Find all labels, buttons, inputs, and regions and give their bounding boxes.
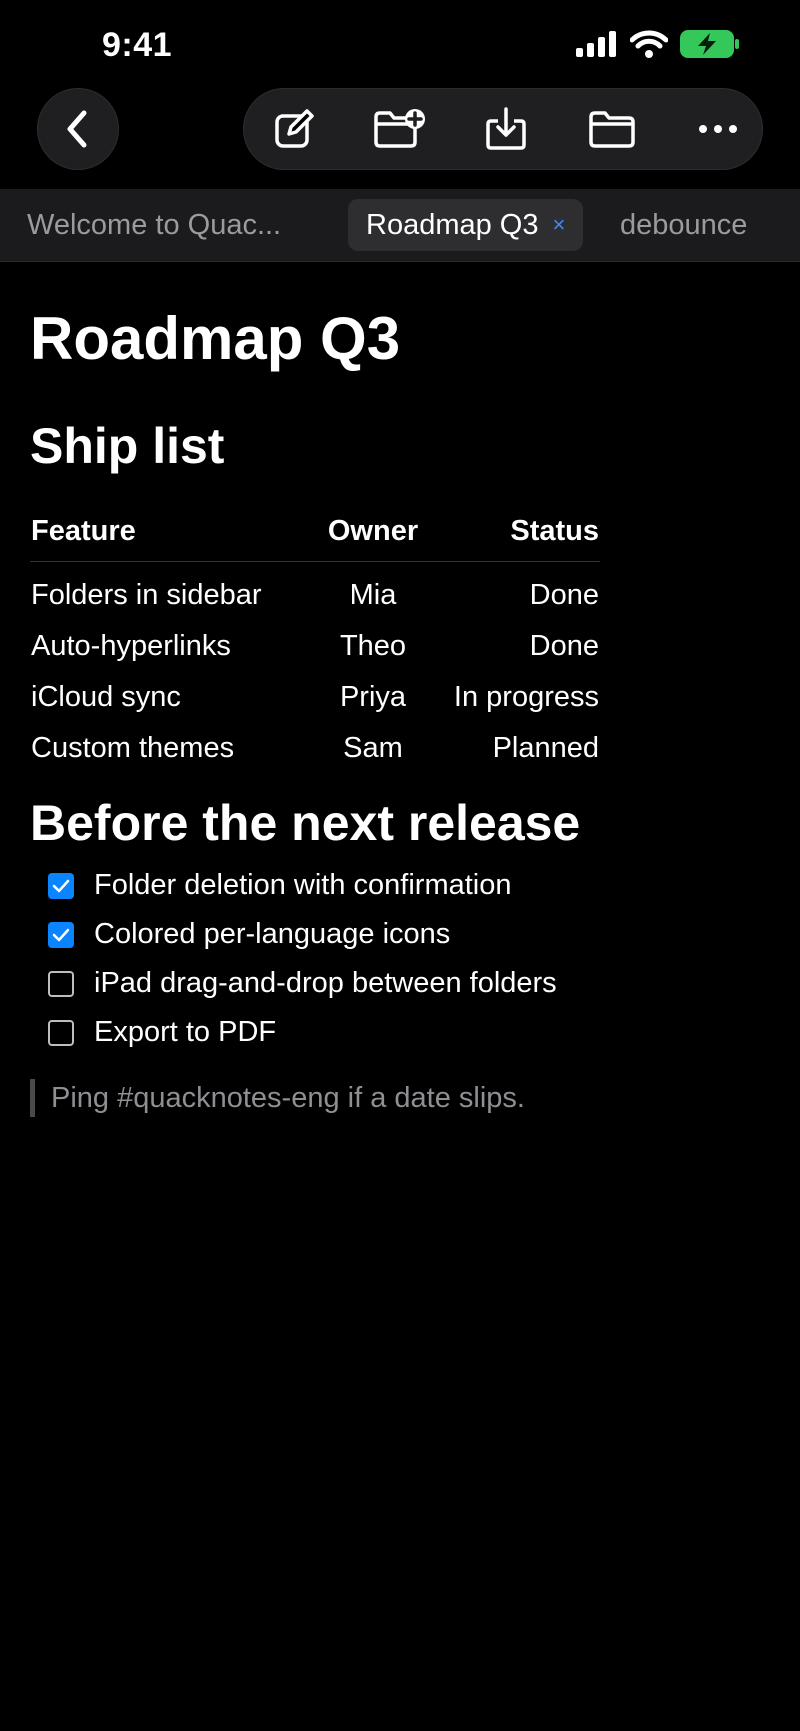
import-button[interactable] [471,88,541,170]
document-title: Roadmap Q3 [30,305,401,372]
download-tray-icon [486,107,526,150]
cell-feature: iCloud sync [31,681,181,713]
tab-label: Welcome to Quac... [27,208,282,241]
task-list: Folder deletion with confirmation Colore… [48,861,557,1057]
cell-owner: Priya [339,681,407,713]
column-header-owner: Owner [312,501,434,562]
ship-list-table: Feature Owner Status Folders in sidebar … [30,501,600,774]
task-label: Export to PDF [94,1016,277,1048]
chevron-left-icon [67,110,87,148]
cell-status: Planned [492,732,599,764]
checkmark-icon [52,879,70,892]
task-item: Folder deletion with confirmation [48,861,557,910]
checkbox-checked[interactable] [48,872,74,899]
column-header-status: Status [434,501,600,562]
new-note-button[interactable] [259,88,329,170]
table-row: Custom themes Sam Planned [30,723,600,774]
task-item: iPad drag-and-drop between folders [48,959,557,1008]
status-time: 9:41 [102,26,173,64]
folder-plus-icon [374,109,425,148]
task-item: Export to PDF [48,1008,557,1057]
tab-label: debounce [620,208,748,241]
tab-close-button[interactable]: × [553,212,566,238]
cell-feature: Folders in sidebar [31,579,262,611]
table-header-row: Feature Owner Status [30,501,600,562]
checkbox-unchecked[interactable] [48,1019,74,1046]
more-button[interactable] [683,88,753,170]
ellipsis-icon [699,125,737,133]
tab-bar: Welcome to Quac... Roadmap Q3 × debounce [0,189,800,262]
toolbar [243,88,763,170]
task-label: iPad drag-and-drop between folders [94,967,557,999]
cell-status: Done [529,579,599,611]
cell-status: Done [529,630,599,662]
folder-button[interactable] [577,88,647,170]
status-bar: 9:41 [0,0,800,90]
tab-roadmap-q3[interactable]: Roadmap Q3 × [348,199,584,251]
cell-owner: Mia [349,579,397,611]
table-row: Folders in sidebar Mia Done [30,570,600,621]
cell-feature: Custom themes [31,732,235,764]
battery-charging-icon [680,30,739,58]
checkmark-icon [52,928,70,941]
tab-label: Roadmap Q3 [366,208,539,241]
folder-icon [589,111,635,148]
release-heading: Before the next release [30,795,581,851]
cell-status: In progress [453,681,599,713]
wifi-icon [630,30,668,58]
task-label: Folder deletion with confirmation [94,869,512,901]
cell-owner: Theo [339,630,407,662]
tab-debounce[interactable]: debounce [620,199,747,251]
ship-list-heading: Ship list [30,418,225,474]
tab-welcome[interactable]: Welcome to Quac... [27,199,281,251]
column-header-feature: Feature [30,501,312,562]
cell-feature: Auto-hyperlinks [31,630,231,662]
blockquote-note: Ping #quacknotes-eng if a date slips. [30,1079,525,1117]
table-row: iCloud sync Priya In progress [30,672,600,723]
compose-icon [275,109,314,148]
status-icons [576,30,740,58]
cell-owner: Sam [343,732,403,764]
checkbox-checked[interactable] [48,921,74,948]
task-label: Colored per-language icons [94,918,451,950]
new-folder-button[interactable] [365,88,435,170]
task-item: Colored per-language icons [48,910,557,959]
back-button[interactable] [37,88,119,170]
checkbox-unchecked[interactable] [48,970,74,997]
table-row: Auto-hyperlinks Theo Done [30,621,600,672]
cellular-signal-icon [576,31,616,57]
